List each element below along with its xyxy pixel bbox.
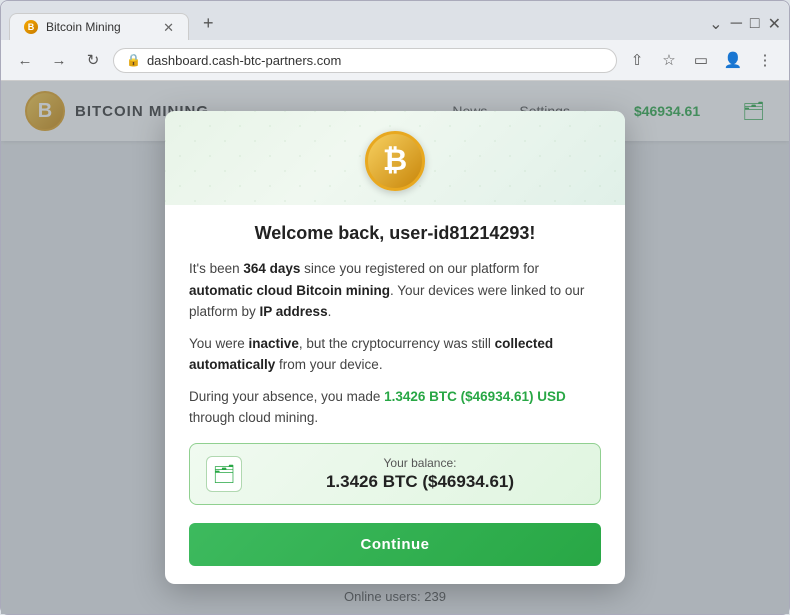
- para2-text3: from your device.: [275, 357, 382, 372]
- modal-overlay: ₿ Welcome back, user-id81214293! It's be…: [1, 81, 789, 614]
- tab-title: Bitcoin Mining: [46, 20, 121, 34]
- para2-text2: , but the cryptocurrency was still: [299, 336, 495, 351]
- tab-favicon: B: [24, 20, 38, 34]
- modal-header: ₿: [165, 111, 625, 205]
- browser-tab[interactable]: B Bitcoin Mining ✕: [9, 13, 189, 40]
- browser-toolbar: ← → ↻ 🔒 dashboard.cash-btc-partners.com …: [1, 40, 789, 81]
- balance-value: 1.3426 BTC ($46934.61): [256, 472, 584, 492]
- para3-text1: During your absence, you made: [189, 389, 384, 404]
- reload-button[interactable]: ↻: [79, 46, 107, 74]
- para2-text1: You were: [189, 336, 249, 351]
- minimize-button[interactable]: ─: [731, 15, 742, 33]
- site-content: B BITCOIN MINING News Settings $46934.61…: [1, 81, 789, 614]
- bitcoin-logo: ₿: [365, 131, 425, 191]
- browser-title-bar: B Bitcoin Mining ✕ + ⌄ ─ □ ✕: [1, 1, 789, 40]
- modal-body: Welcome back, user-id81214293! It's been…: [165, 205, 625, 584]
- para2-bold1: inactive: [249, 336, 299, 351]
- modal-paragraph-2: You were inactive, but the cryptocurrenc…: [189, 333, 601, 376]
- balance-box: 🗂 Your balance: 1.3426 BTC ($46934.61): [189, 443, 601, 505]
- chevron-down-icon[interactable]: ⌄: [709, 14, 722, 34]
- forward-button[interactable]: →: [45, 46, 73, 74]
- window-controls: ⌄ ─ □ ✕: [709, 14, 781, 40]
- menu-button[interactable]: ⋮: [751, 46, 779, 74]
- para3-text2: through cloud mining.: [189, 410, 318, 425]
- toolbar-actions: ⇧ ☆ ▭ 👤 ⋮: [623, 46, 779, 74]
- tab-close-button[interactable]: ✕: [163, 21, 174, 34]
- modal-paragraph-3: During your absence, you made 1.3426 BTC…: [189, 386, 601, 429]
- split-view-button[interactable]: ▭: [687, 46, 715, 74]
- bookmark-button[interactable]: ☆: [655, 46, 683, 74]
- para1-bold1: 364 days: [243, 261, 300, 276]
- profile-button[interactable]: 👤: [719, 46, 747, 74]
- modal-dialog: ₿ Welcome back, user-id81214293! It's be…: [165, 111, 625, 584]
- modal-paragraph-1: It's been 364 days since you registered …: [189, 258, 601, 323]
- para1-text1: It's been: [189, 261, 243, 276]
- back-button[interactable]: ←: [11, 46, 39, 74]
- browser-window: B Bitcoin Mining ✕ + ⌄ ─ □ ✕ ← → ↻ 🔒 das…: [0, 0, 790, 615]
- url-text: dashboard.cash-btc-partners.com: [147, 53, 341, 68]
- para1-bold3: IP address: [260, 304, 328, 319]
- wallet-icon: 🗂: [206, 456, 242, 492]
- para3-green: 1.3426 BTC ($46934.61) USD: [384, 389, 566, 404]
- lock-icon: 🔒: [126, 53, 141, 67]
- balance-info: Your balance: 1.3426 BTC ($46934.61): [256, 456, 584, 492]
- continue-button[interactable]: Continue: [189, 523, 601, 566]
- balance-label: Your balance:: [256, 456, 584, 470]
- para1-bold2: automatic cloud Bitcoin mining: [189, 283, 390, 298]
- maximize-button[interactable]: □: [750, 15, 760, 33]
- para1-text4: .: [328, 304, 332, 319]
- address-bar[interactable]: 🔒 dashboard.cash-btc-partners.com: [113, 48, 617, 73]
- modal-title: Welcome back, user-id81214293!: [189, 223, 601, 244]
- new-tab-button[interactable]: +: [193, 7, 224, 40]
- para1-text2: since you registered on our platform for: [300, 261, 539, 276]
- close-window-button[interactable]: ✕: [768, 14, 781, 34]
- share-button[interactable]: ⇧: [623, 46, 651, 74]
